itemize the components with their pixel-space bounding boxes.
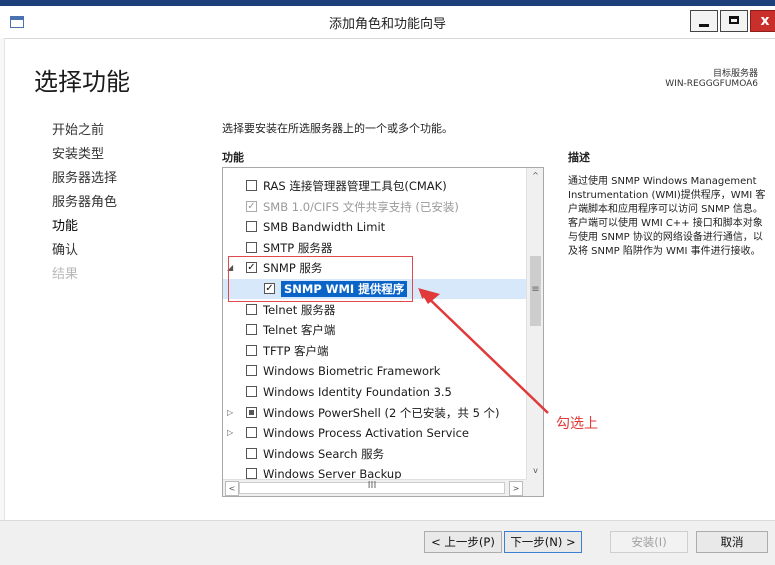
feature-row[interactable]: TFTP 客户端: [223, 341, 526, 361]
feature-label: Telnet 客户端: [263, 323, 336, 338]
feature-row[interactable]: ▷ Windows Process Activation Service: [223, 423, 526, 443]
nav-item-server-roles[interactable]: 服务器角色: [52, 194, 117, 218]
description-text: 通过使用 SNMP Windows Management Instrumenta…: [568, 176, 766, 257]
horizontal-scrollbar[interactable]: < III >: [223, 479, 543, 496]
install-button[interactable]: 安装(I): [610, 531, 688, 553]
wizard-nav: 开始之前 安装类型 服务器选择 服务器角色 功能 确认 结果: [52, 122, 117, 290]
nav-item-confirmation[interactable]: 确认: [52, 242, 117, 266]
scroll-right-icon[interactable]: >: [509, 481, 523, 496]
feature-checkbox[interactable]: [246, 324, 257, 336]
feature-label: TFTP 客户端: [263, 343, 329, 358]
nav-item-features[interactable]: 功能: [52, 218, 117, 242]
grip-icon: ≡: [531, 284, 540, 295]
feature-checkbox[interactable]: [246, 365, 257, 377]
feature-checkbox[interactable]: [246, 447, 257, 459]
minimize-button[interactable]: [690, 10, 718, 32]
feature-checkbox[interactable]: [246, 344, 257, 356]
feature-checkbox[interactable]: [246, 427, 257, 439]
feature-row[interactable]: Windows Biometric Framework: [223, 361, 526, 381]
feature-label: SMTP 服务器: [263, 240, 333, 255]
target-server-name: WIN-REGGGFUMOA6: [665, 79, 758, 89]
target-server-label: 目标服务器: [712, 69, 758, 79]
feature-row[interactable]: ▷ Windows PowerShell (2 个已安装，共 5 个): [223, 403, 526, 423]
feature-row[interactable]: Telnet 客户端: [223, 320, 526, 340]
feature-checkbox[interactable]: [246, 180, 257, 191]
feature-label: Windows Process Activation Service: [263, 426, 470, 441]
feature-label: RAS 连接管理器管理工具包(CMAK): [263, 179, 447, 193]
feature-row[interactable]: Windows Identity Foundation 3.5: [223, 382, 526, 402]
feature-row[interactable]: ✓ SMB 1.0/CIFS 文件共享支持 (已安装): [223, 197, 526, 217]
nav-item-results: 结果: [52, 267, 79, 282]
feature-label: Windows Identity Foundation 3.5: [263, 385, 452, 399]
description-header: 描述: [568, 151, 590, 164]
feature-label: SMB 1.0/CIFS 文件共享支持 (已安装): [263, 199, 459, 214]
features-tree[interactable]: RAS 连接管理器管理工具包(CMAK) ✓ SMB 1.0/CIFS 文件共享支持…: [222, 167, 544, 497]
window-title: 添加角色和功能向导: [328, 17, 446, 32]
scroll-left-icon[interactable]: <: [225, 481, 239, 496]
nav-item-before-you-begin[interactable]: 开始之前: [52, 122, 117, 146]
feature-row[interactable]: SMB Bandwidth Limit: [223, 217, 526, 237]
wizard-window: 添加角色和功能向导 x 选择功能 目标服务器 WIN-REGGGFUMOA6 开…: [0, 0, 775, 565]
scroll-down-icon[interactable]: v: [527, 463, 543, 479]
scrollbar-corner: [526, 479, 543, 496]
feature-row[interactable]: Telnet 服务器: [223, 300, 526, 320]
hgrip-icon: III: [367, 480, 377, 491]
feature-checkbox[interactable]: [246, 221, 257, 233]
nav-item-server-selection[interactable]: 服务器选择: [52, 170, 117, 194]
previous-button[interactable]: < 上一步(P): [424, 531, 502, 553]
window-left-border: [0, 38, 5, 520]
page-title: 选择功能: [34, 68, 130, 96]
feature-label: Windows PowerShell (2 个已安装，共 5 个): [263, 405, 500, 420]
feature-checkbox[interactable]: [246, 303, 257, 315]
feature-checkbox[interactable]: [246, 468, 257, 480]
expander-icon[interactable]: ▷: [227, 423, 237, 443]
scroll-up-icon[interactable]: ^: [527, 168, 543, 184]
feature-checkbox[interactable]: [246, 386, 257, 397]
feature-label: Windows Biometric Framework: [263, 364, 441, 379]
feature-row[interactable]: Windows Search 服务: [223, 444, 526, 464]
horizontal-scroll-thumb[interactable]: III: [239, 480, 505, 494]
nav-item-installation-type[interactable]: 安装类型: [52, 146, 117, 170]
maximize-button[interactable]: [720, 10, 748, 32]
annotation-text: 勾选上: [556, 416, 598, 432]
features-header: 功能: [222, 151, 244, 164]
feature-checkbox[interactable]: [246, 241, 257, 253]
vertical-scrollbar[interactable]: ^ ≡ v: [526, 168, 543, 479]
feature-row[interactable]: SMTP 服务器: [223, 238, 526, 258]
next-button[interactable]: 下一步(N) >: [504, 531, 582, 553]
cancel-button[interactable]: 取消: [696, 531, 768, 553]
feature-row[interactable]: RAS 连接管理器管理工具包(CMAK): [223, 176, 526, 196]
vertical-scroll-thumb[interactable]: ≡: [530, 256, 541, 326]
close-button[interactable]: x: [750, 10, 775, 32]
instruction-text: 选择要安装在所选服务器上的一个或多个功能。: [222, 122, 453, 135]
annotation-highlight-box: [228, 256, 413, 302]
title-bar[interactable]: 添加角色和功能向导 x: [0, 6, 775, 39]
expander-icon[interactable]: ▷: [227, 403, 237, 423]
feature-label: SMB Bandwidth Limit: [263, 220, 386, 235]
button-bar: < 上一步(P) 下一步(N) > 安装(I) 取消: [0, 520, 775, 565]
feature-checkbox[interactable]: ✓: [246, 200, 257, 212]
feature-label: Windows Search 服务: [263, 446, 385, 461]
feature-checkbox[interactable]: [246, 406, 257, 418]
feature-label: Telnet 服务器: [263, 302, 336, 317]
